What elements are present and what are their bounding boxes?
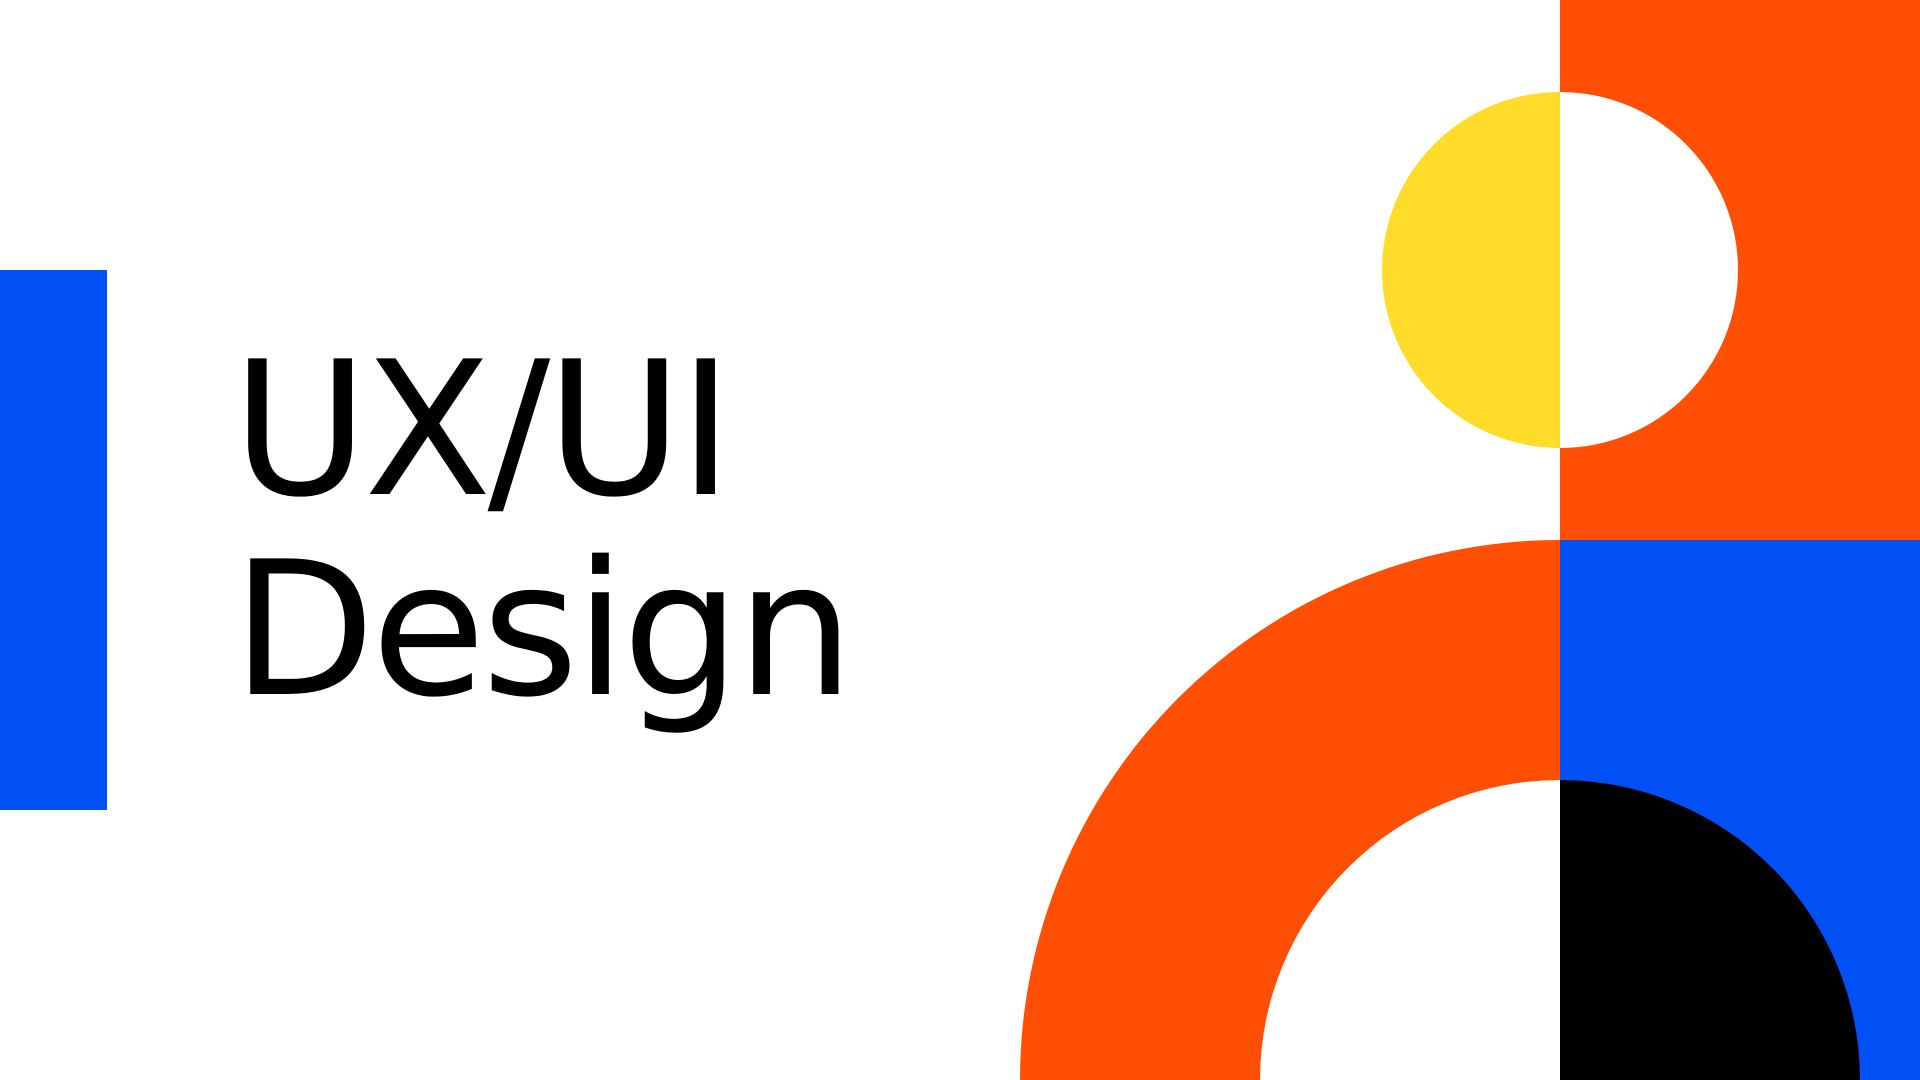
orange-quarter-arc (1020, 540, 1560, 1080)
title-slide: UX/UI Design (0, 0, 1920, 1080)
geometric-artwork (1020, 0, 1920, 1080)
yellow-half-circle (1382, 92, 1560, 448)
